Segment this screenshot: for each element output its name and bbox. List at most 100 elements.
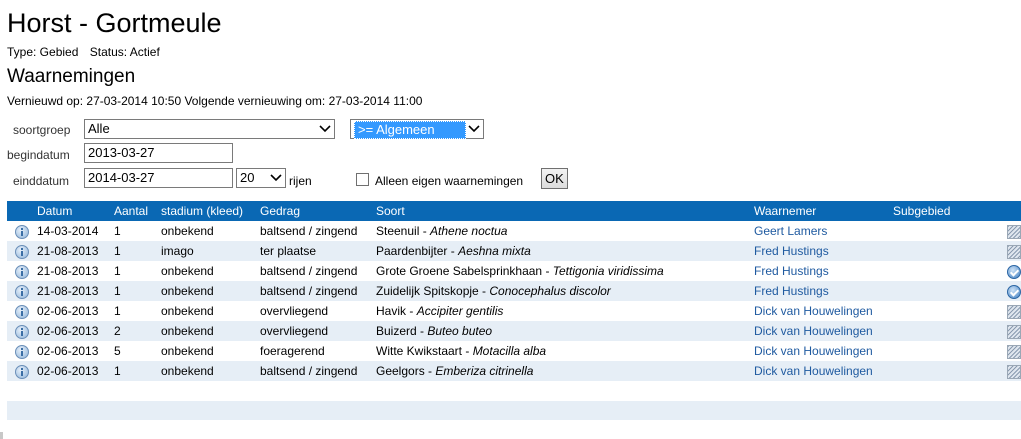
- col-status: [1001, 201, 1021, 221]
- species-name: Witte Kwikstaart: [376, 344, 463, 358]
- table-row: 02-06-2013 1 onbekend overvliegend Havik…: [7, 301, 1021, 321]
- cell-subgebied: [893, 301, 1001, 321]
- cell-aantal: 5: [114, 341, 161, 361]
- hatch-icon: [1007, 224, 1021, 239]
- cell-gedrag: foeragerend: [260, 341, 376, 361]
- info-icon[interactable]: [15, 244, 29, 259]
- cell-soort: Witte Kwikstaart - Motacilla alba: [376, 341, 754, 361]
- cell-datum: 02-06-2013: [37, 301, 114, 321]
- cell-stadium: onbekend: [161, 301, 260, 321]
- info-icon[interactable]: [15, 264, 29, 279]
- einddatum-label: einddatum: [13, 174, 70, 188]
- cell-gedrag: ter plaatse: [260, 241, 376, 261]
- refresh-info: Vernieuwd op: 27-03-2014 10:50 Volgende …: [7, 94, 423, 108]
- observer-link[interactable]: Dick van Houwelingen: [754, 364, 873, 378]
- observer-link[interactable]: Dick van Houwelingen: [754, 324, 873, 338]
- col-gedrag[interactable]: Gedrag: [260, 201, 376, 221]
- cell-stadium: imago: [161, 241, 260, 261]
- hatch-icon: [1007, 244, 1021, 259]
- observer-link[interactable]: Fred Hustings: [754, 244, 829, 258]
- cell-aantal: 1: [114, 281, 161, 301]
- table-header-row: Datum Aantal stadium (kleed) Gedrag Soor…: [7, 201, 1021, 221]
- observer-link[interactable]: Geert Lamers: [754, 224, 827, 238]
- zeldzaamheid-select[interactable]: >= Algemeen: [350, 119, 484, 139]
- species-scientific: Buteo buteo: [427, 324, 493, 338]
- cell-aantal: 1: [114, 301, 161, 321]
- cell-gedrag: overvliegend: [260, 321, 376, 341]
- table-row: 14-03-2014 1 onbekend baltsend / zingend…: [7, 221, 1021, 241]
- own-observations-label: Alleen eigen waarnemingen: [375, 174, 524, 188]
- cell-soort: Buizerd - Buteo buteo: [376, 321, 754, 341]
- col-aantal[interactable]: Aantal: [114, 201, 161, 221]
- cell-datum: 02-06-2013: [37, 361, 114, 381]
- info-icon[interactable]: [15, 324, 29, 339]
- hatch-icon: [1007, 324, 1021, 339]
- cell-datum: 21-08-2013: [37, 241, 114, 261]
- info-icon[interactable]: [15, 364, 29, 379]
- table-row: 02-06-2013 5 onbekend foeragerend Witte …: [7, 341, 1021, 361]
- cell-gedrag: baltsend / zingend: [260, 281, 376, 301]
- cell-stadium: onbekend: [161, 281, 260, 301]
- chevron-down-icon: [465, 120, 483, 138]
- col-subgebied[interactable]: Subgebied: [893, 201, 1001, 221]
- soortgroep-label: soortgroep: [13, 123, 71, 137]
- table-row: 02-06-2013 1 onbekend baltsend / zingend…: [7, 361, 1021, 381]
- soortgroep-select[interactable]: Alle: [84, 119, 335, 139]
- observer-link[interactable]: Dick van Houwelingen: [754, 304, 873, 318]
- einddatum-field[interactable]: 2014-03-27: [84, 168, 233, 188]
- cell-aantal: 1: [114, 361, 161, 381]
- cell-stadium: onbekend: [161, 261, 260, 281]
- species-name: Geelgors: [376, 364, 425, 378]
- species-scientific: Athene noctua: [430, 224, 508, 238]
- cell-subgebied: [893, 361, 1001, 381]
- info-icon[interactable]: [15, 304, 29, 319]
- table-row: 21-08-2013 1 onbekend baltsend / zingend…: [7, 261, 1021, 281]
- cell-aantal: 1: [114, 241, 161, 261]
- info-icon[interactable]: [15, 224, 29, 239]
- cell-datum: 02-06-2013: [37, 341, 114, 361]
- cell-datum: 21-08-2013: [37, 281, 114, 301]
- rows-select[interactable]: 20: [236, 168, 286, 188]
- cell-soort: Steenuil - Athene noctua: [376, 221, 754, 241]
- species-name: Buizerd: [376, 324, 417, 338]
- cell-stadium: onbekend: [161, 361, 260, 381]
- area-status: Status: Actief: [89, 45, 160, 59]
- ok-button[interactable]: OK: [541, 168, 568, 189]
- col-datum[interactable]: Datum: [37, 201, 114, 221]
- cell-soort: Geelgors - Emberiza citrinella: [376, 361, 754, 381]
- cell-gedrag: baltsend / zingend: [260, 261, 376, 281]
- observer-link[interactable]: Dick van Houwelingen: [754, 344, 873, 358]
- validated-check-icon: [1007, 264, 1021, 279]
- own-observations-checkbox[interactable]: [356, 173, 369, 186]
- validated-check-icon: [1007, 284, 1021, 299]
- cell-soort: Havik - Accipiter gentilis: [376, 301, 754, 321]
- observer-link[interactable]: Fred Hustings: [754, 284, 829, 298]
- area-type: Type: Gebied: [7, 45, 79, 59]
- cell-gedrag: baltsend / zingend: [260, 221, 376, 241]
- species-name: Zuidelijk Spitskopje: [376, 284, 479, 298]
- cell-stadium: onbekend: [161, 221, 260, 241]
- begindatum-label: begindatum: [7, 148, 70, 162]
- zeldzaamheid-value: >= Algemeen: [354, 121, 466, 139]
- table-row: 02-06-2013 2 onbekend overvliegend Buize…: [7, 321, 1021, 341]
- table-row: 21-08-2013 1 onbekend baltsend / zingend…: [7, 281, 1021, 301]
- hatch-icon: [1007, 304, 1021, 319]
- page-edge: [0, 432, 3, 439]
- info-icon[interactable]: [15, 284, 29, 299]
- observer-link[interactable]: Fred Hustings: [754, 264, 829, 278]
- info-icon[interactable]: [15, 344, 29, 359]
- species-name: Paardenbijter: [376, 244, 448, 258]
- begindatum-field[interactable]: 2013-03-27: [84, 143, 233, 163]
- cell-datum: 14-03-2014: [37, 221, 114, 241]
- hatch-icon: [1007, 344, 1021, 359]
- cell-aantal: 1: [114, 261, 161, 281]
- cell-subgebied: [893, 221, 1001, 241]
- observations-table: Datum Aantal stadium (kleed) Gedrag Soor…: [7, 201, 1021, 381]
- col-info: [7, 201, 37, 221]
- col-waarnemer[interactable]: Waarnemer: [754, 201, 893, 221]
- species-scientific: Emberiza citrinella: [435, 364, 534, 378]
- col-stadium[interactable]: stadium (kleed): [161, 201, 260, 221]
- cell-soort: Paardenbijter - Aeshna mixta: [376, 241, 754, 261]
- rows-label: rijen: [289, 174, 312, 188]
- col-soort[interactable]: Soort: [376, 201, 754, 221]
